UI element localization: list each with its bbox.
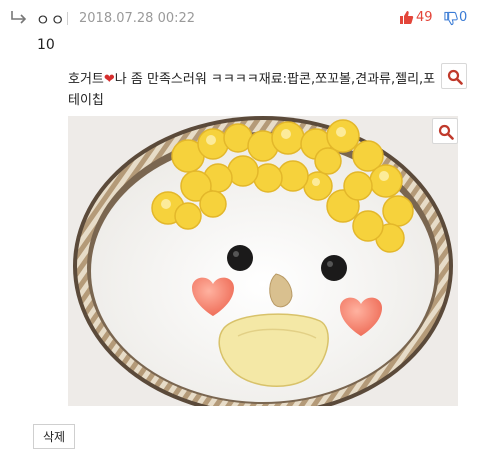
comment-body: 10	[37, 37, 55, 53]
magnifier-icon	[438, 124, 454, 140]
post-caption: 호거트❤나 좀 만족스러워 ㅋㅋㅋㅋ재료:팝콘,쪼꼬볼,견과류,젤리,포테이칩	[68, 69, 440, 111]
thumbs-up-icon[interactable]	[399, 10, 414, 25]
delete-button[interactable]: 삭제	[33, 424, 75, 449]
magnifier-icon	[447, 69, 463, 85]
yogurt-bowl-photo[interactable]	[68, 116, 458, 406]
zoom-button[interactable]	[441, 63, 467, 89]
photo-zoom-button[interactable]	[432, 118, 458, 144]
header-divider	[67, 12, 68, 25]
comment-timestamp: 2018.07.28 00:22	[79, 11, 196, 26]
heart-emoji: ❤	[103, 72, 115, 87]
upvote-count: 49	[416, 10, 433, 25]
comment-header: ㅇㅇ 2018.07.28 00:22 49 0	[0, 8, 480, 30]
downvote-count: 0	[459, 10, 468, 25]
author-name[interactable]: ㅇㅇ	[36, 9, 66, 30]
caption-text-end: 나 좀 만족스러워 ㅋㅋㅋㅋ재료:팝콘,쪼꼬볼,견과류,젤리,포테이칩	[68, 72, 436, 108]
reply-arrow-icon	[11, 11, 27, 24]
thumbs-down-icon[interactable]	[444, 11, 458, 26]
caption-text-start: 호거트	[68, 72, 104, 87]
